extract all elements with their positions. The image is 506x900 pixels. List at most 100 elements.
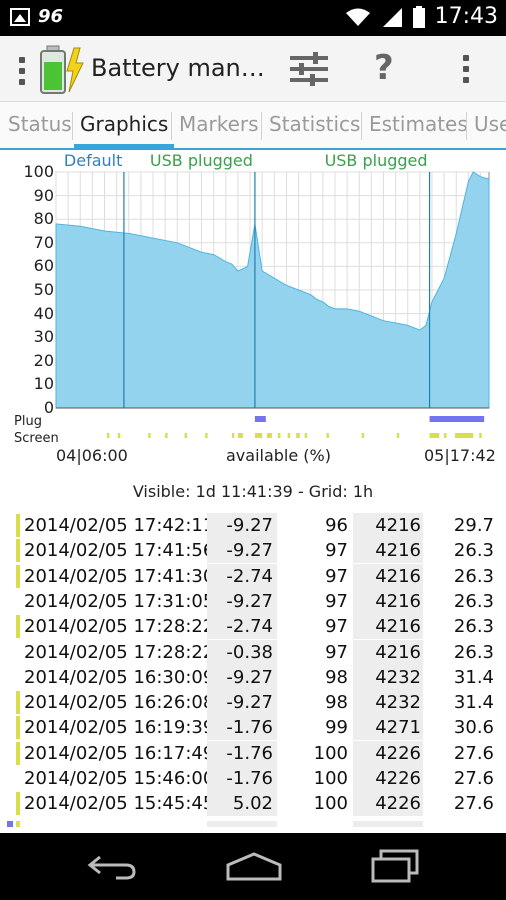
screen-bar bbox=[287, 433, 291, 438]
log-row[interactable]: 2014/02/05 17:41:56 -9.27 97 4216 26.3 bbox=[0, 538, 506, 564]
log-row[interactable]: 2014/02/05 17:31:05 -9.27 97 4216 26.3 bbox=[0, 588, 506, 614]
log-temperature: 26.3 bbox=[453, 641, 494, 663]
log-current: -9.27 bbox=[207, 690, 277, 716]
log-row[interactable]: 2014/02/05 17:28:22 -0.38 97 4216 26.3 bbox=[0, 639, 506, 665]
screen-on-mark bbox=[16, 792, 20, 816]
screen-bar bbox=[444, 433, 447, 438]
help-icon[interactable]: ? bbox=[374, 48, 394, 88]
log-datetime: 2014/02/05 17:31:05 bbox=[24, 590, 215, 612]
log-voltage: 4226 bbox=[353, 766, 423, 791]
log-current: -1.76 bbox=[207, 766, 277, 791]
settings-sliders-icon[interactable] bbox=[290, 51, 328, 87]
log-row[interactable]: 2014/02/05 16:17:49 -1.76 100 4226 27.6 bbox=[0, 740, 506, 766]
app-title: Battery man… bbox=[91, 54, 265, 82]
log-level: 98 bbox=[325, 692, 348, 714]
screen-bar bbox=[455, 433, 474, 438]
screen-on-mark bbox=[16, 716, 20, 740]
signal-icon bbox=[382, 7, 402, 27]
home-icon[interactable] bbox=[226, 851, 282, 881]
screen-bar bbox=[277, 433, 281, 438]
screen-bar bbox=[479, 433, 482, 438]
status-bar: 96 17:43 bbox=[0, 0, 506, 36]
log-temperature: 30.6 bbox=[453, 717, 494, 739]
tab-separator bbox=[72, 112, 73, 140]
screen-on-mark bbox=[16, 741, 20, 765]
wifi-icon bbox=[345, 8, 370, 26]
log-current: 5.02 bbox=[207, 791, 277, 817]
log-datetime: 2014/02/05 15:46:00 bbox=[24, 768, 215, 789]
log-row[interactable]: 2014/02/05 17:41:30 -2.74 97 4216 26.3 bbox=[0, 563, 506, 589]
log-row[interactable]: 2014/02/05 17:28:22 -2.74 97 4216 26.3 bbox=[0, 614, 506, 640]
plug-row-label: Plug bbox=[14, 414, 42, 429]
screen-bar bbox=[429, 433, 440, 438]
log-datetime: 2014/02/05 17:28:22 bbox=[24, 641, 215, 663]
log-level: 97 bbox=[325, 641, 348, 663]
log-row[interactable]: 2014/02/05 16:26:08 -9.27 98 4232 31.4 bbox=[0, 690, 506, 716]
log-temperature: 31.4 bbox=[453, 692, 494, 714]
log-row[interactable]: 2014/02/05 15:46:00 -1.76 100 4226 27.6 bbox=[0, 766, 506, 791]
log-level: 97 bbox=[325, 565, 348, 587]
back-icon[interactable] bbox=[86, 853, 138, 881]
screen-on-mark bbox=[16, 539, 20, 563]
tab-separator bbox=[261, 112, 262, 140]
recent-apps-icon[interactable] bbox=[369, 849, 421, 883]
screen-bar bbox=[267, 433, 272, 438]
log-datetime: 2014/02/05 16:26:08 bbox=[24, 692, 215, 714]
screen-bar bbox=[165, 433, 168, 438]
log-datetime: 2014/02/05 17:28:22 bbox=[24, 616, 215, 638]
status-clock: 17:43 bbox=[434, 4, 498, 29]
log-current: -2.74 bbox=[207, 563, 277, 589]
battery-chart[interactable]: 100 90 80 70 60 50 40 30 20 10 0 Default USB plugge… bbox=[0, 148, 506, 478]
tab-separator bbox=[171, 112, 172, 140]
screen-on-mark bbox=[16, 615, 20, 639]
overflow-menu-icon[interactable] bbox=[463, 55, 469, 83]
navigation-bar bbox=[0, 833, 506, 900]
screen-bar bbox=[254, 433, 263, 438]
log-current: -2.74 bbox=[207, 614, 277, 640]
log-temperature: 27.6 bbox=[453, 768, 494, 789]
x-end-label: 05|17:42 bbox=[424, 446, 496, 465]
screen-bar bbox=[117, 433, 121, 438]
tab-use[interactable]: Use bbox=[468, 102, 506, 148]
screen-bar bbox=[106, 433, 110, 438]
screen-bar bbox=[396, 433, 400, 438]
log-voltage: 4216 bbox=[353, 588, 423, 614]
log-datetime: 2014/02/05 17:41:56 bbox=[24, 540, 215, 562]
plug-bar bbox=[254, 416, 266, 422]
tab-markers[interactable]: Markers bbox=[173, 102, 265, 148]
screen-row-label: Screen bbox=[14, 431, 59, 446]
screen-bar bbox=[361, 433, 365, 438]
log-current: -9.27 bbox=[207, 538, 277, 564]
log-level: 100 bbox=[313, 793, 348, 815]
log-current: -1.76 bbox=[207, 740, 277, 766]
plug-bar bbox=[429, 416, 485, 422]
log-voltage: 4216 bbox=[353, 614, 423, 640]
log-voltage: 4232 bbox=[353, 664, 423, 690]
log-level: 97 bbox=[325, 540, 348, 562]
log-voltage: 4226 bbox=[353, 740, 423, 766]
log-row[interactable]: 2014/02/05 17:42:11 -9.27 96 4216 29.7 bbox=[0, 513, 506, 538]
action-bar: Battery man… ? bbox=[0, 36, 506, 102]
history-log[interactable]: 2014/02/05 17:42:11 -9.27 96 4216 29.7 2014/0… bbox=[0, 513, 506, 827]
tab-estimates[interactable]: Estimates bbox=[363, 102, 474, 148]
tab-status[interactable]: Status bbox=[2, 102, 78, 148]
log-temperature: 27.6 bbox=[453, 742, 494, 764]
log-temperature: 31.4 bbox=[453, 666, 494, 688]
drawer-dots-icon[interactable] bbox=[19, 57, 25, 85]
log-voltage: 4232 bbox=[353, 690, 423, 716]
log-voltage: 4216 bbox=[353, 639, 423, 665]
log-row[interactable]: 2014/02/05 15:45:45 5.02 100 4226 27.6 bbox=[0, 791, 506, 817]
log-datetime: 2014/02/05 15:45:45 bbox=[24, 793, 215, 815]
log-temperature: 26.3 bbox=[453, 540, 494, 562]
log-datetime: 2014/02/05 16:17:49 bbox=[24, 742, 215, 764]
log-current: -9.27 bbox=[207, 588, 277, 614]
tab-statistics[interactable]: Statistics bbox=[263, 102, 366, 148]
log-row[interactable]: 2014/02/05 16:30:09 -9.27 98 4232 31.4 bbox=[0, 664, 506, 690]
battery-icon bbox=[412, 5, 425, 28]
screen-bar bbox=[184, 433, 187, 438]
plug-mark bbox=[7, 821, 13, 827]
log-row[interactable]: 2014/02/05 16:19:39 -1.76 99 4271 30.6 bbox=[0, 715, 506, 741]
tab-graphics[interactable]: Graphics bbox=[74, 102, 175, 150]
partial-row bbox=[0, 821, 506, 827]
log-datetime: 2014/02/05 17:42:11 bbox=[24, 515, 215, 536]
